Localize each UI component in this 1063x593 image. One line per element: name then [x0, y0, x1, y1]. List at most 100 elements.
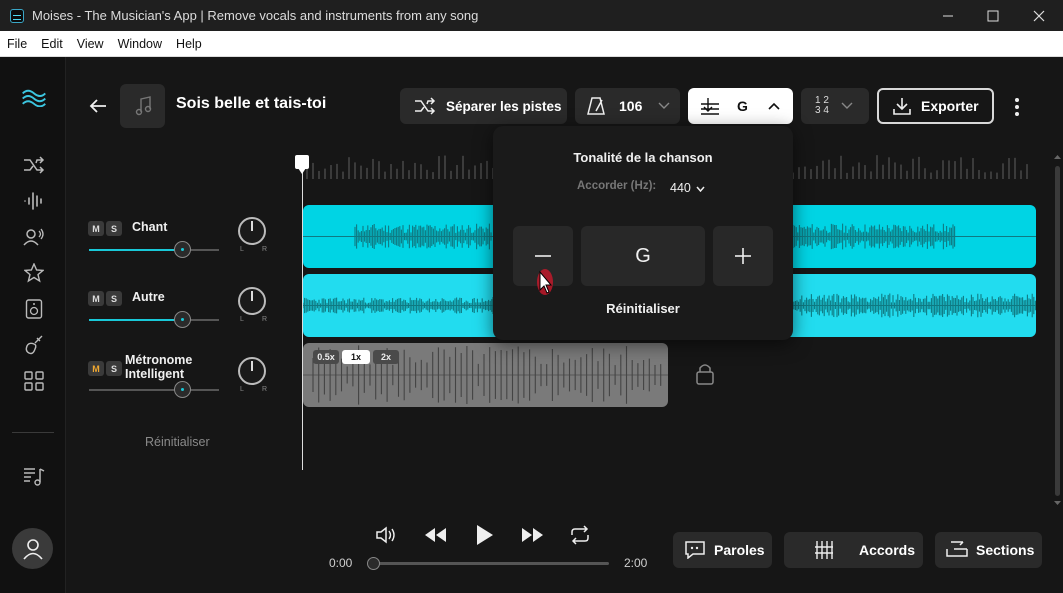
voice-icon[interactable] [21, 224, 47, 250]
progress-handle[interactable] [367, 557, 380, 570]
separate-icon[interactable] [21, 152, 47, 178]
duration: 2:00 [624, 556, 648, 570]
key-value: G [737, 98, 748, 114]
menu-file[interactable]: File [0, 37, 34, 51]
track-name-autre: Autre [132, 290, 165, 304]
key-reset-button[interactable]: Réinitialiser [493, 301, 793, 316]
separate-icon [415, 97, 436, 115]
sections-button[interactable]: Sections [935, 532, 1042, 568]
minimize-button[interactable] [925, 0, 971, 31]
volume-slider-handle[interactable] [174, 311, 191, 328]
speed-1x-button[interactable]: 1x [342, 350, 370, 364]
moises-logo-icon[interactable] [21, 83, 47, 109]
more-vertical-icon [1015, 98, 1019, 116]
speaker-icon[interactable] [21, 296, 47, 322]
export-label: Exporter [921, 98, 979, 114]
play-icon [477, 525, 493, 545]
bpm-selector[interactable]: 106 [575, 88, 680, 124]
chevron-up-icon [768, 102, 780, 110]
solo-button[interactable]: S [106, 361, 122, 376]
key-increase-button[interactable]: + [713, 226, 773, 286]
time-signature-selector[interactable]: 1 2 3 4 [801, 88, 869, 124]
chords-label: Accords [859, 542, 916, 558]
maximize-button[interactable] [970, 0, 1016, 31]
key-display: G [581, 226, 705, 286]
user-avatar[interactable] [12, 528, 53, 569]
volume-slider-handle[interactable] [174, 241, 191, 258]
apps-icon[interactable] [21, 368, 47, 394]
arrow-left-icon [89, 99, 106, 113]
plus-icon [735, 248, 751, 264]
fast-forward-button[interactable] [518, 521, 546, 549]
close-button[interactable] [1016, 0, 1062, 31]
sidebar [0, 57, 66, 593]
export-button[interactable]: Exporter [877, 88, 994, 124]
mixer-reset-button[interactable]: Réinitialiser [145, 435, 210, 449]
pan-left-label: L [240, 316, 244, 323]
chevron-down-icon [658, 102, 670, 109]
speed-2x-button[interactable]: 2x [373, 350, 399, 364]
fast-forward-icon [522, 528, 543, 542]
waveform-icon[interactable] [21, 188, 47, 214]
solo-button[interactable]: S [106, 291, 122, 306]
track-name-chant: Chant [132, 220, 168, 234]
more-options-button[interactable] [1010, 96, 1024, 118]
volume-slider-track[interactable] [89, 389, 219, 391]
app-logo-icon [10, 8, 24, 23]
menu-view[interactable]: View [70, 37, 111, 51]
mute-button[interactable]: M [88, 361, 104, 376]
loop-icon [571, 525, 589, 545]
metronome-icon [587, 97, 605, 115]
pan-knob[interactable] [238, 217, 266, 245]
playhead-line [302, 170, 303, 470]
lock-icon [696, 364, 714, 385]
song-thumbnail [120, 84, 165, 128]
volume-button[interactable] [373, 521, 401, 549]
rewind-button[interactable] [422, 521, 450, 549]
mute-button[interactable]: M [88, 221, 104, 236]
tuning-select[interactable]: 440 [670, 181, 705, 195]
menu-help[interactable]: Help [169, 37, 209, 51]
speed-0.5x-button[interactable]: 0.5x [313, 350, 339, 364]
volume-slider-handle[interactable] [174, 381, 191, 398]
lock-button[interactable] [694, 362, 716, 386]
lyrics-button[interactable]: Paroles [673, 532, 772, 568]
sections-label: Sections [976, 542, 1035, 558]
volume-slider-fill [89, 249, 182, 251]
popover-title: Tonalité de la chanson [573, 150, 713, 165]
play-button[interactable] [470, 521, 498, 549]
track-name-metronome: Métronome Intelligent [125, 353, 192, 381]
scroll-up-icon[interactable] [1053, 154, 1062, 160]
loop-button[interactable] [566, 521, 594, 549]
chevron-down-icon [696, 186, 705, 193]
song-title: Sois belle et tais-toi [176, 95, 327, 112]
rewind-icon [425, 528, 446, 542]
separate-tracks-label: Séparer les pistes [446, 98, 562, 114]
solo-button[interactable]: S [106, 221, 122, 236]
progress-bar[interactable] [373, 562, 609, 565]
menu-edit[interactable]: Edit [34, 37, 70, 51]
key-selector[interactable]: G [688, 88, 793, 124]
guitar-icon[interactable] [21, 332, 47, 358]
volume-slider-fill [89, 319, 182, 321]
playhead-handle[interactable] [295, 155, 309, 174]
pan-right-label: R [262, 386, 268, 393]
chords-button[interactable]: Accords [784, 532, 923, 568]
pan-knob[interactable] [238, 287, 266, 315]
scroll-down-icon[interactable] [1053, 500, 1062, 506]
menu-window[interactable]: Window [111, 37, 169, 51]
chevron-down-icon [841, 102, 853, 109]
sidebar-divider [12, 432, 54, 433]
speaker-volume-icon [376, 526, 395, 544]
menu-bar: File Edit View Window Help [0, 31, 1063, 57]
playlist-icon[interactable] [21, 463, 47, 489]
star-icon[interactable] [21, 260, 47, 286]
mute-button[interactable]: M [88, 291, 104, 306]
pan-knob[interactable] [238, 357, 266, 385]
back-button[interactable] [86, 94, 110, 118]
vertical-scrollbar[interactable] [1055, 166, 1060, 496]
track-name-line1: Métronome [125, 353, 193, 367]
user-icon [22, 538, 43, 560]
mouse-cursor-icon [537, 269, 553, 295]
separate-tracks-button[interactable]: Séparer les pistes [400, 88, 567, 124]
